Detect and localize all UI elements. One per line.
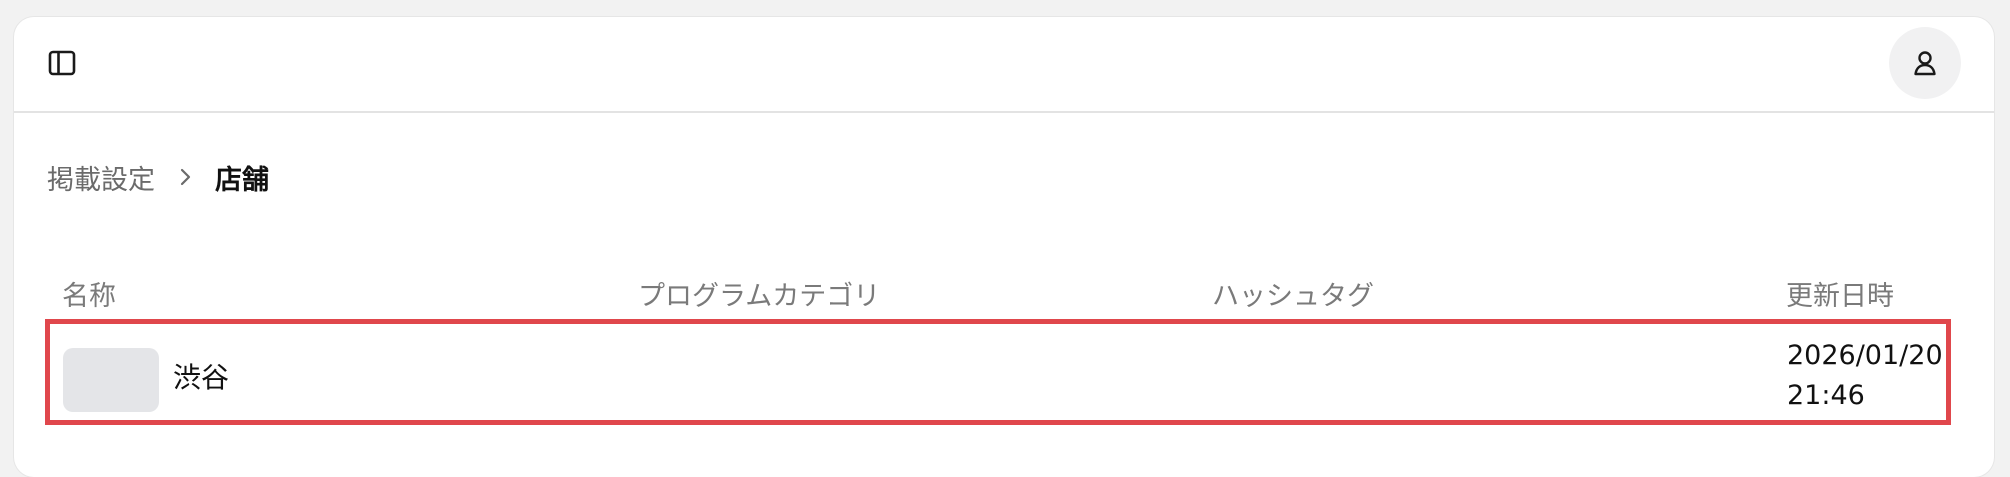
- breadcrumb-parent-link[interactable]: 掲載設定: [47, 158, 155, 197]
- store-name-cell: 渋谷: [173, 361, 230, 394]
- store-thumbnail: [63, 348, 159, 412]
- column-header-updated-at: 更新日時: [1786, 281, 1894, 312]
- top-bar: [14, 17, 1994, 113]
- table-row[interactable]: 渋谷 2026/01/20 21:46: [45, 319, 1951, 425]
- account-button[interactable]: [1889, 27, 1961, 99]
- updated-at-cell: 2026/01/20 21:46: [1787, 336, 1943, 416]
- sidebar-toggle-button[interactable]: [46, 47, 78, 79]
- column-header-name: 名称: [62, 281, 116, 312]
- sidebar-icon: [48, 50, 76, 76]
- user-icon: [1914, 51, 1936, 76]
- main-panel: 掲載設定 店舗 名称 プログラムカテゴリ ハッシュタグ 更新日時 渋谷 2026…: [14, 17, 1994, 477]
- breadcrumb-current: 店舗: [215, 164, 269, 196]
- chevron-right-icon: [179, 167, 193, 187]
- column-header-hashtags: ハッシュタグ: [1212, 281, 1374, 312]
- breadcrumb: 掲載設定 店舗: [47, 157, 269, 197]
- updated-date: 2026/01/20: [1787, 340, 1943, 371]
- updated-time: 21:46: [1787, 380, 1865, 411]
- column-header-program-category: プログラムカテゴリ: [638, 281, 881, 312]
